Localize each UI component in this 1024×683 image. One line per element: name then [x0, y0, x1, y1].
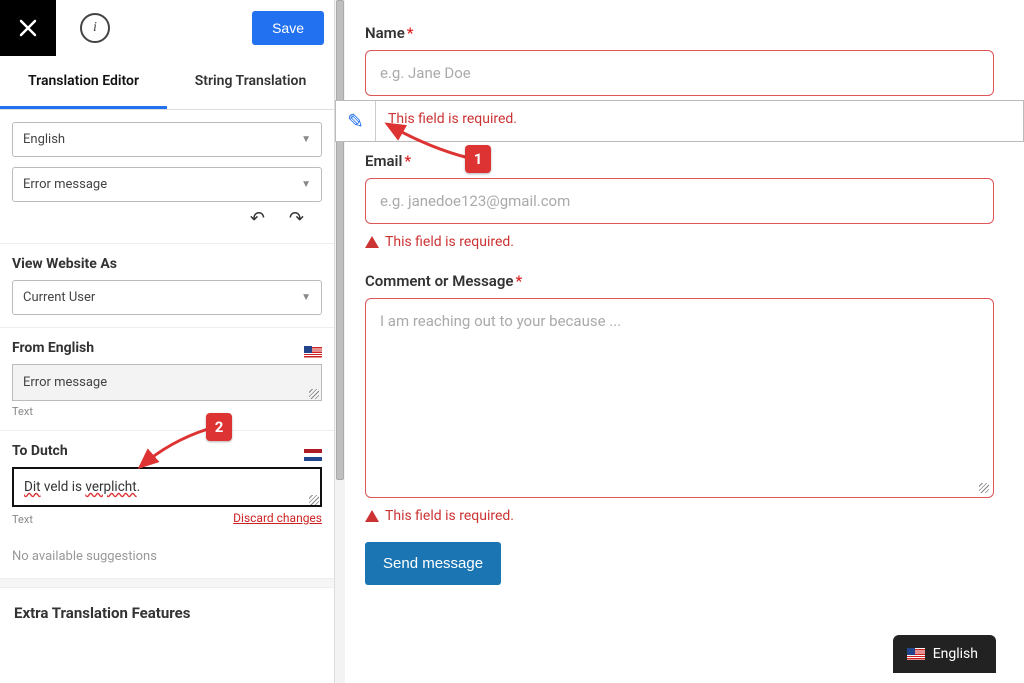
from-type: Text — [12, 405, 322, 418]
to-title: To Dutch — [12, 443, 68, 467]
name-input[interactable]: e.g. Jane Doe — [365, 50, 994, 96]
view-as-value: Current User — [23, 290, 95, 305]
resize-handle[interactable] — [979, 483, 989, 493]
message-input[interactable]: I am reaching out to your because ... — [365, 298, 994, 498]
info-button[interactable]: i — [80, 13, 110, 43]
warning-icon — [365, 236, 379, 248]
message-label: Comment or Message — [365, 272, 513, 290]
field-select-value: Error message — [23, 177, 107, 192]
send-message-button[interactable]: Send message — [365, 542, 501, 585]
field-select[interactable]: Error message ▼ — [12, 167, 322, 202]
discard-changes-link[interactable]: Discard changes — [233, 511, 322, 525]
translation-input[interactable]: Dit veld is verplicht. — [12, 467, 322, 507]
undo-button[interactable]: ↶ — [250, 208, 265, 229]
email-label: Email — [365, 152, 402, 170]
message-error: This field is required. — [385, 508, 514, 524]
chevron-down-icon: ▼ — [301, 134, 311, 145]
no-suggestions: No available suggestions — [12, 545, 322, 566]
pencil-icon: ✎ — [347, 109, 364, 133]
required-asterisk: * — [404, 152, 411, 170]
flag-us-icon — [907, 648, 925, 660]
save-button[interactable]: Save — [252, 11, 324, 45]
tab-translation-editor[interactable]: Translation Editor — [0, 56, 167, 109]
annotation-marker-1: 1 — [465, 145, 491, 173]
from-value-field: Error message — [12, 364, 322, 401]
extra-features-title: Extra Translation Features — [0, 588, 334, 638]
required-asterisk: * — [515, 272, 522, 290]
close-button[interactable] — [0, 0, 56, 56]
warning-icon — [365, 510, 379, 522]
sidebar: i Save Translation Editor String Transla… — [0, 0, 335, 683]
email-error: This field is required. — [385, 234, 514, 250]
tabs: Translation Editor String Translation — [0, 56, 334, 110]
to-type: Text — [12, 513, 33, 526]
chevron-down-icon: ▼ — [301, 292, 311, 303]
language-switcher-label: English — [933, 646, 978, 662]
view-as-select[interactable]: Current User ▼ — [12, 280, 322, 315]
resize-handle[interactable] — [309, 495, 319, 505]
flag-nl-icon — [304, 449, 322, 461]
annotation-marker-2: 2 — [206, 413, 232, 441]
language-select[interactable]: English ▼ — [12, 122, 322, 157]
language-select-value: English — [23, 132, 65, 147]
flag-us-icon — [304, 346, 322, 358]
from-title: From English — [12, 340, 94, 364]
translation-hover-box: ✎ This field is required. — [335, 100, 1024, 142]
name-label: Name — [365, 24, 405, 42]
redo-button[interactable]: ↷ — [289, 208, 304, 229]
main-preview: Name* e.g. Jane Doe ✎ This field is requ… — [335, 0, 1024, 683]
edit-string-button[interactable]: ✎ — [336, 101, 376, 141]
resize-handle[interactable] — [309, 389, 319, 399]
hover-error-text: This field is required. — [376, 101, 1023, 141]
tab-string-translation[interactable]: String Translation — [167, 56, 334, 109]
required-asterisk: * — [407, 24, 414, 42]
email-input[interactable]: e.g. janedoe123@gmail.com — [365, 178, 994, 224]
view-as-title: View Website As — [12, 256, 322, 280]
sidebar-topbar: i Save — [0, 0, 334, 56]
chevron-down-icon: ▼ — [301, 179, 311, 190]
language-switcher[interactable]: English — [893, 635, 996, 673]
